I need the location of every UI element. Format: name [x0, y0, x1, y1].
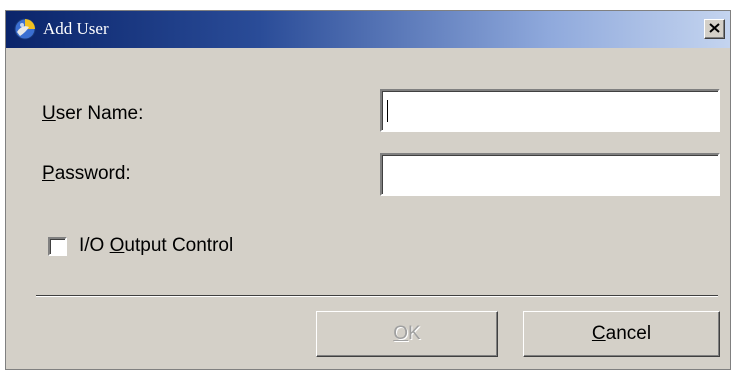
cancel-button-label: ancel: [605, 323, 652, 344]
username-label-mnemonic: U: [42, 103, 56, 124]
password-input[interactable]: [380, 153, 720, 196]
io-output-label-prefix: I/O: [79, 235, 110, 256]
username-input[interactable]: [380, 89, 720, 132]
io-output-label-text: utput Control: [124, 235, 234, 256]
io-output-checkbox[interactable]: [48, 237, 67, 256]
app-globe-icon: [14, 18, 36, 40]
ok-button-label: K: [408, 323, 421, 344]
password-label-mnemonic: P: [42, 163, 55, 184]
window-title: Add User: [43, 19, 109, 38]
username-label: User Name:: [42, 103, 143, 125]
add-user-dialog: Add User User Name: Password: I/O Output…: [5, 10, 731, 370]
ok-button[interactable]: OK: [316, 311, 498, 357]
cancel-button[interactable]: Cancel: [523, 311, 720, 357]
io-output-label-mnemonic: O: [109, 235, 125, 256]
ok-button-mnemonic: O: [393, 323, 409, 344]
close-x-icon: [709, 20, 720, 38]
title-bar[interactable]: Add User: [6, 11, 730, 48]
text-caret: [387, 100, 388, 122]
button-separator: [36, 295, 718, 297]
close-button[interactable]: [704, 19, 725, 39]
password-label-text: assword:: [54, 163, 131, 184]
username-label-text: ser Name:: [55, 103, 144, 124]
io-output-label[interactable]: I/O Output Control: [79, 235, 233, 257]
password-label: Password:: [42, 163, 131, 185]
cancel-button-mnemonic: C: [591, 323, 606, 344]
